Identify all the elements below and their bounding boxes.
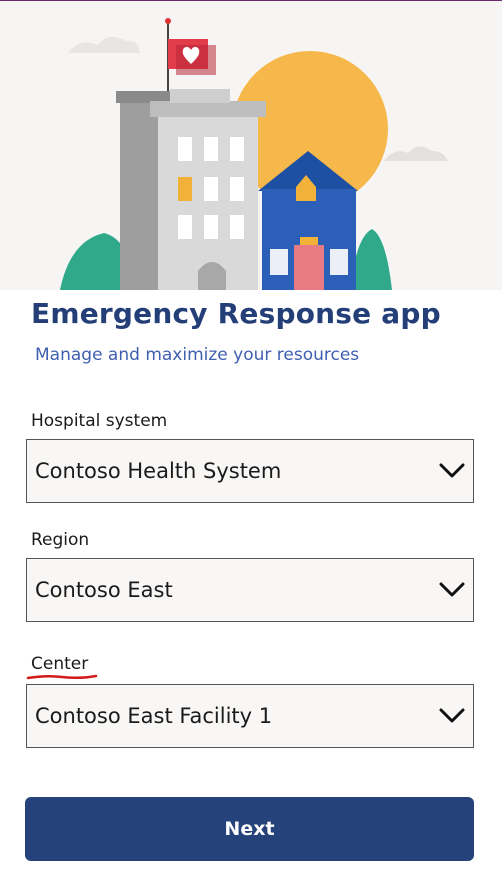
hospital-illustration xyxy=(60,18,448,290)
region-dropdown[interactable]: Contoso East xyxy=(26,558,474,622)
chevron-down-icon xyxy=(439,463,465,478)
hospital-system-label: Hospital system xyxy=(31,411,168,431)
next-button[interactable]: Next xyxy=(25,797,474,861)
annotation-underline xyxy=(26,674,98,680)
center-dropdown[interactable]: Contoso East Facility 1 xyxy=(26,684,474,748)
page-title: Emergency Response app xyxy=(31,297,441,330)
hospital-system-dropdown[interactable]: Contoso Health System xyxy=(26,439,474,503)
page-subtitle: Manage and maximize your resources xyxy=(35,345,360,365)
chevron-down-icon xyxy=(439,582,465,597)
hospital-system-value: Contoso Health System xyxy=(35,459,282,483)
hero-illustration xyxy=(0,1,502,290)
center-label: Center xyxy=(31,654,89,674)
region-value: Contoso East xyxy=(35,578,173,602)
chevron-down-icon xyxy=(439,708,465,723)
app-screen: Emergency Response app Manage and maximi… xyxy=(0,0,502,891)
region-label: Region xyxy=(31,530,90,550)
center-value: Contoso East Facility 1 xyxy=(35,704,273,728)
